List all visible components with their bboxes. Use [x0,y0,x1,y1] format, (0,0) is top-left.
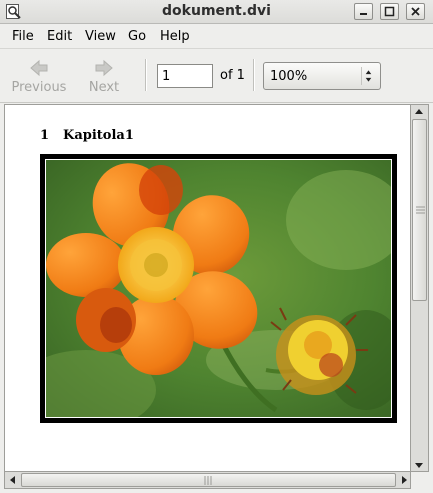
menu-view[interactable]: View [85,29,116,44]
section-title: Kapitola1 [63,128,134,143]
close-button[interactable] [406,3,425,20]
flower-photo [46,160,391,417]
menu-edit[interactable]: Edit [47,29,72,44]
scroll-down-icon[interactable] [412,458,426,472]
maximize-button[interactable] [380,3,399,20]
next-label: Next [88,80,120,95]
menu-bar: File Edit View Go Help [0,25,433,48]
horizontal-scroll-thumb[interactable] [21,473,396,487]
flower-photo-frame [40,154,397,423]
arrow-right-icon [95,59,113,77]
page-number-input[interactable] [157,64,213,88]
close-icon [411,7,420,16]
next-button[interactable]: Next [72,57,136,97]
vertical-scroll-thumb[interactable] [412,119,427,301]
toolbar-separator [253,59,255,91]
scroll-right-icon[interactable] [397,473,411,487]
page-count-label: of 1 [220,68,245,83]
scroll-up-icon[interactable] [412,105,426,119]
section-heading: 1 Kapitola1 [40,128,134,143]
minimize-button[interactable] [354,3,373,20]
previous-button[interactable]: Previous [7,57,71,97]
toolbar-separator [145,59,147,91]
previous-label: Previous [11,80,67,95]
zoom-value: 100% [270,69,308,84]
section-number: 1 [40,128,50,143]
minimize-icon [360,13,367,15]
zoom-select[interactable]: 100% [263,62,381,90]
horizontal-scrollbar[interactable] [4,472,411,489]
maximize-icon [384,6,395,17]
arrow-left-icon [30,59,48,77]
grip-icon [204,476,212,485]
grip-icon [416,206,425,214]
title-bar[interactable]: dokument.dvi [0,0,433,24]
menu-file[interactable]: File [12,29,34,44]
vertical-scrollbar[interactable] [411,104,429,472]
menu-go[interactable]: Go [128,29,146,44]
scroll-left-icon[interactable] [6,473,20,487]
document-page[interactable]: 1 Kapitola1 [4,104,411,472]
menu-help[interactable]: Help [160,29,190,44]
spin-arrows-icon [361,67,372,85]
